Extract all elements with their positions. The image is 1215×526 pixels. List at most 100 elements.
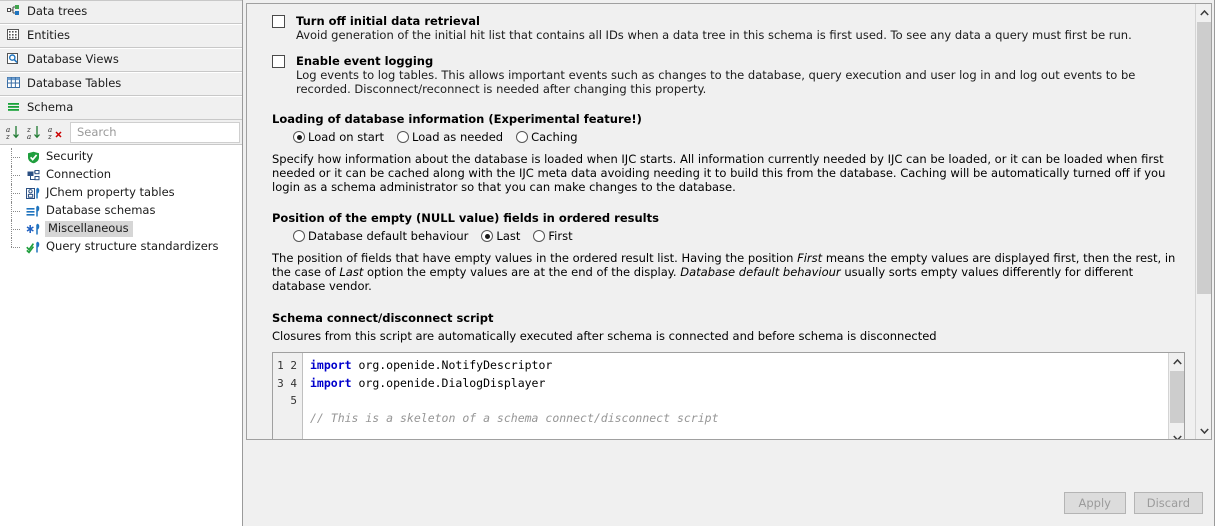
query-standardizers-icon: [24, 239, 42, 255]
sort-ascending-button[interactable]: a z: [3, 122, 24, 143]
tree-item-database-schemas[interactable]: Database schemas: [0, 202, 242, 220]
search-input[interactable]: Search: [70, 121, 240, 143]
radio-indicator: [533, 230, 546, 242]
panel-header-label: Data trees: [27, 4, 88, 19]
settings-vertical-scrollbar[interactable]: [1195, 4, 1211, 439]
radio-indicator: [481, 230, 494, 242]
radio-indicator: [516, 131, 529, 143]
schema-lines-icon: [7, 100, 20, 116]
sort-remove-button[interactable]: a z: [45, 122, 66, 143]
radio-label: First: [548, 229, 573, 243]
panel-header-label: Database Views: [27, 52, 119, 67]
settings-form: Turn off initial data retrieval Avoid ge…: [247, 4, 1195, 439]
option-title: Turn off initial data retrieval: [296, 14, 480, 28]
database-schemas-icon: [24, 203, 42, 219]
tree-item-label: Security: [46, 149, 94, 164]
editor-scroll-thumb[interactable]: [1170, 371, 1184, 423]
discard-button[interactable]: Discard: [1133, 492, 1203, 514]
svg-text:a: a: [27, 133, 31, 141]
editor-vertical-scrollbar[interactable]: [1168, 353, 1184, 439]
editor-scroll-up-arrow[interactable]: [1169, 353, 1184, 370]
section-description: Specify how information about the databa…: [272, 152, 1166, 194]
schema-settings-window: Data trees Entities Database Views Datab…: [0, 0, 1215, 526]
tree-item-label: Query structure standardizers: [46, 239, 219, 254]
tree-item-query-structure-standardizers[interactable]: Query structure standardizers: [0, 238, 242, 256]
radio-last[interactable]: Last: [481, 229, 520, 243]
radio-label: Caching: [531, 130, 578, 144]
enable-event-logging-checkbox[interactable]: [272, 55, 285, 68]
svg-text:z: z: [47, 133, 52, 141]
radio-label: Load on start: [308, 130, 385, 144]
tree-item-label: Connection: [46, 167, 112, 182]
panel-header-schema[interactable]: Schema: [0, 96, 242, 120]
tree-item-jchem-property-tables[interactable]: JChem property tables: [0, 184, 242, 202]
null-position-radio-group: Database default behaviour Last First: [272, 229, 1185, 243]
shield-icon: [24, 149, 42, 165]
settings-scroll-down-arrow[interactable]: [1196, 422, 1211, 439]
miscellaneous-asterisk-icon: [24, 221, 42, 237]
section-null-position: Position of the empty (NULL value) field…: [272, 211, 1185, 293]
tree-item-security[interactable]: Security: [0, 148, 242, 166]
tree-guide: [8, 220, 24, 238]
editor-scroll-down-arrow[interactable]: [1169, 429, 1184, 439]
editor-code-content[interactable]: import org.openide.NotifyDescriptor impor…: [303, 353, 1168, 439]
radio-load-as-needed[interactable]: Load as needed: [397, 130, 503, 144]
explorer-panel: Data trees Entities Database Views Datab…: [0, 0, 243, 526]
radio-indicator: [293, 230, 305, 242]
radio-caching[interactable]: Caching: [516, 130, 578, 144]
radio-label: Last: [496, 229, 521, 243]
settings-scroll-thumb[interactable]: [1197, 22, 1211, 294]
panel-header-database-views[interactable]: Database Views: [0, 48, 242, 72]
tree-guide: [8, 202, 24, 220]
tree-item-miscellaneous[interactable]: Miscellaneous: [0, 220, 242, 238]
radio-label: Load as needed: [412, 130, 504, 144]
option-turn-off-initial-data-retrieval: Turn off initial data retrieval Avoid ge…: [272, 14, 1185, 42]
option-enable-event-logging: Enable event logging Log events to log t…: [272, 54, 1185, 96]
section-title: Position of the empty (NULL value) field…: [272, 211, 659, 225]
panel-header-data-trees[interactable]: Data trees: [0, 0, 242, 24]
radio-indicator: [293, 131, 305, 143]
sort-descending-button[interactable]: z a: [24, 122, 45, 143]
section-description: The position of fields that have empty v…: [272, 251, 1176, 293]
section-schema-script: Schema connect/disconnect script Closure…: [272, 311, 1185, 439]
jchem-property-tables-icon: [24, 185, 42, 201]
connection-icon: [24, 167, 42, 183]
section-loading-database-information: Loading of database information (Experim…: [272, 112, 1185, 194]
radio-label: Database default behaviour: [308, 229, 469, 243]
option-description: Avoid generation of the initial hit list…: [296, 28, 1132, 42]
data-tree-icon: [7, 4, 20, 20]
panel-header-label: Database Tables: [27, 76, 122, 91]
radio-first[interactable]: First: [533, 229, 573, 243]
panel-header-database-tables[interactable]: Database Tables: [0, 72, 242, 96]
code-line: import org.openide.NotifyDescriptor: [310, 358, 553, 372]
settings-content-area: Turn off initial data retrieval Avoid ge…: [243, 0, 1215, 526]
panel-header-label: Entities: [27, 28, 71, 43]
tree-item-label: JChem property tables: [46, 185, 175, 200]
settings-scroll-up-arrow[interactable]: [1196, 4, 1211, 21]
radio-load-on-start[interactable]: Load on start: [293, 130, 384, 144]
script-editor[interactable]: 1 2 3 4 5 import org.openide.NotifyDescr…: [272, 352, 1185, 439]
tree-item-connection[interactable]: Connection: [0, 166, 242, 184]
footer-bar: Apply Discard: [243, 441, 1215, 526]
section-title: Loading of database information (Experim…: [272, 112, 642, 126]
tree-item-label: Miscellaneous: [45, 220, 133, 238]
settings-scroll-container: Turn off initial data retrieval Avoid ge…: [246, 3, 1212, 440]
entities-grid-icon: [7, 28, 20, 44]
database-view-magnifier-icon: [7, 52, 20, 68]
svg-text:z: z: [5, 133, 10, 141]
panel-header-entities[interactable]: Entities: [0, 24, 242, 48]
loading-radio-group: Load on start Load as needed Caching: [272, 130, 1185, 144]
section-title: Schema connect/disconnect script: [272, 311, 494, 325]
editor-line-numbers: 1 2 3 4 5: [273, 353, 303, 439]
tree-guide: [8, 184, 24, 202]
turn-off-initial-data-retrieval-checkbox[interactable]: [272, 15, 285, 28]
tree-guide: [8, 238, 24, 256]
code-line: // This is a skeleton of a schema connec…: [310, 410, 719, 425]
option-description: Log events to log tables. This allows im…: [296, 68, 1136, 96]
option-title: Enable event logging: [296, 54, 434, 68]
apply-button[interactable]: Apply: [1063, 492, 1126, 514]
tree-guide: [8, 148, 24, 166]
radio-database-default-behaviour[interactable]: Database default behaviour: [293, 229, 468, 243]
